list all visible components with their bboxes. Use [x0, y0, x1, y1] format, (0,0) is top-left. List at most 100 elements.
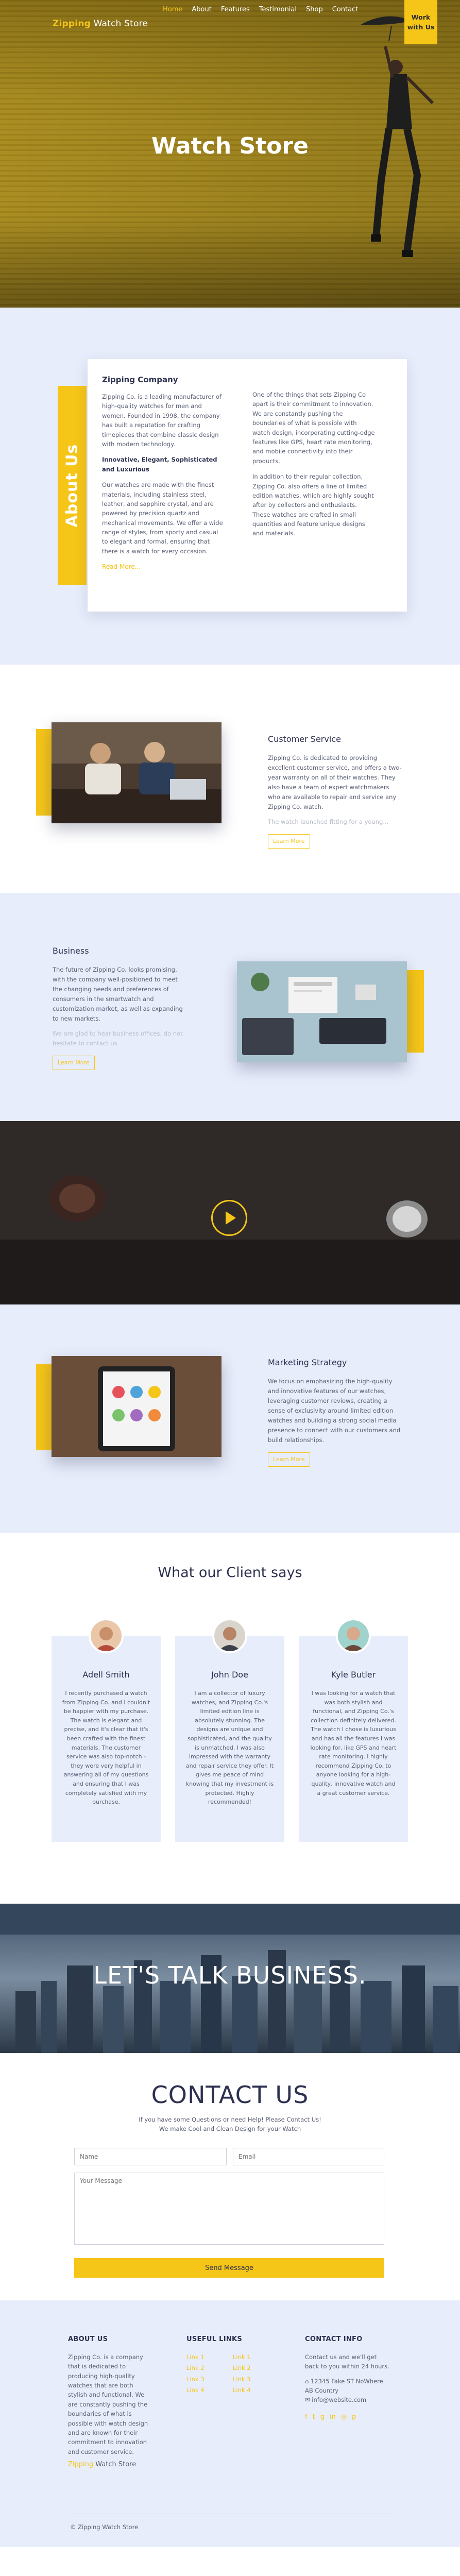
contact-subtitle: If you have some Questions or need Help!… — [0, 2115, 460, 2134]
mail-icon: ✉ — [305, 2396, 312, 2404]
business-section: Business The future of Zipping Co. looks… — [0, 893, 460, 1121]
contact-subtitle-line: We make Cool and Clean Design for your W… — [159, 2125, 301, 2133]
send-message-button[interactable]: Send Message — [74, 2258, 384, 2278]
nav-about[interactable]: About — [192, 6, 211, 13]
nav-testimonial[interactable]: Testimonial — [259, 6, 297, 13]
video-section — [0, 1121, 460, 1304]
testimonial-text: I am a collector of luxury watches, and … — [185, 1690, 274, 1806]
footer-brand[interactable]: Zipping Watch Store — [68, 2460, 150, 2470]
footer-link[interactable]: Link 2 — [233, 2363, 264, 2372]
marketing-image — [52, 1356, 222, 1457]
footer-link[interactable]: Link 3 — [186, 2375, 233, 2384]
testimonials-section: What our Client says Adell Smith I recen… — [0, 1533, 460, 1904]
hero-section: Zipping Watch Store Home About Features … — [0, 0, 460, 308]
testimonial-text: I was looking for a watch that was both … — [310, 1690, 397, 1797]
footer-link[interactable]: Link 1 — [186, 2352, 233, 2362]
learn-more-button[interactable]: Learn More — [268, 1452, 310, 1467]
footer-link[interactable]: Link 4 — [186, 2385, 233, 2395]
top-nav: Zipping Watch Store Home About Features … — [0, 0, 460, 46]
business-text: Business The future of Zipping Co. looks… — [53, 944, 186, 1071]
about-paragraph: Our watches are made with the finest mat… — [102, 481, 223, 555]
business-image — [237, 961, 407, 1062]
footer-about-heading: ABOUT US — [68, 2335, 108, 2343]
footer-link[interactable]: Link 3 — [233, 2375, 264, 2384]
footer-about-text: Zipping Co. is a company that is dedicat… — [68, 2353, 148, 2455]
about-heading: Zipping Company — [102, 375, 178, 384]
testimonials-heading: What our Client says — [158, 1565, 302, 1581]
testimonial-name: Adell Smith — [82, 1670, 130, 1680]
contact-section: CONTACT US If you have some Questions or… — [0, 2053, 460, 2300]
learn-more-button[interactable]: Learn More — [53, 1056, 95, 1071]
business-paragraph: The future of Zipping Co. looks promisin… — [53, 966, 183, 1023]
footer-about: ABOUT US Zipping Co. is a company that i… — [68, 2334, 150, 2470]
footer-address: 12345 Fake ST NoWhere AB Country — [305, 2377, 383, 2394]
footer-email[interactable]: info@website.com — [312, 2396, 366, 2403]
nav-home[interactable]: Home — [163, 6, 182, 13]
about-tab-label: About Us — [63, 444, 81, 527]
customer-service-text: Customer Service Zipping Co. is dedicate… — [268, 733, 402, 849]
business-faded: We are glad to hear business offices, do… — [53, 1030, 183, 1047]
testimonial-card: John Doe I am a collector of luxury watc… — [175, 1618, 284, 1842]
footer-contact: CONTACT INFO Contact us and we'll get ba… — [305, 2334, 393, 2423]
banner-title: LET'S TALK BUSINESS. — [93, 1961, 367, 1989]
learn-more-button[interactable]: Learn More — [268, 834, 310, 849]
footer-link[interactable]: Link 2 — [186, 2363, 233, 2372]
about-section: About Us Zipping Company Zipping Co. is … — [0, 308, 460, 665]
footer-brand-highlight: Zipping — [68, 2461, 94, 2469]
footer: ABOUT US Zipping Co. is a company that i… — [0, 2300, 460, 2547]
contact-heading: CONTACT US — [151, 2081, 309, 2109]
customer-service-paragraph: Zipping Co. is dedicated to providing ex… — [268, 754, 402, 811]
nav-shop[interactable]: Shop — [306, 6, 323, 13]
message-field[interactable] — [74, 2173, 384, 2245]
marketing-heading: Marketing Strategy — [268, 1358, 347, 1367]
tablet-chart-illustration — [52, 1356, 222, 1457]
avatar — [336, 1618, 371, 1653]
marketing-text: Marketing Strategy We focus on emphasizi… — [268, 1356, 402, 1467]
testimonial-card: Kyle Butler I was looking for a watch th… — [299, 1618, 408, 1842]
play-icon — [225, 1211, 236, 1225]
customer-service-image — [52, 722, 222, 823]
desk-flatlay-illustration — [237, 961, 407, 1062]
brand-logo[interactable]: Zipping Watch Store — [53, 19, 148, 29]
social-links: f t g in ◎ p — [305, 2412, 393, 2423]
accent-bar — [404, 970, 424, 1053]
email-field[interactable] — [233, 2148, 384, 2165]
footer-link[interactable]: Link 4 — [233, 2385, 264, 2395]
read-more-link[interactable]: Read More... — [102, 563, 141, 570]
footer-contact-text: Contact us and we'll get back to you wit… — [305, 2353, 389, 2370]
footer-link[interactable]: Link 1 — [233, 2352, 264, 2362]
location-icon: ⌂ — [305, 2377, 311, 2385]
footer-contact-heading: CONTACT INFO — [305, 2335, 363, 2343]
linkedin-icon[interactable]: in — [330, 2412, 336, 2423]
pinterest-icon[interactable]: p — [352, 2412, 356, 2423]
about-col-right: One of the things that sets Zipping Co a… — [252, 390, 376, 545]
customer-service-faded: The watch launched fitting for a young..… — [268, 818, 389, 826]
avatar — [212, 1618, 247, 1653]
nav-features[interactable]: Features — [221, 6, 250, 13]
name-field[interactable] — [74, 2148, 227, 2165]
brand-highlight: Zipping — [53, 19, 91, 29]
instagram-icon[interactable]: ◎ — [341, 2412, 347, 2423]
business-banner: LET'S TALK BUSINESS. — [0, 1904, 460, 2053]
play-video-button[interactable] — [211, 1200, 247, 1236]
nav-contact[interactable]: Contact — [332, 6, 359, 13]
brand-rest: Watch Store — [91, 19, 148, 29]
hero-title: Watch Store — [151, 133, 309, 159]
customer-service-heading: Customer Service — [268, 734, 341, 744]
about-paragraph: In addition to their regular collection,… — [252, 473, 374, 537]
avatar — [89, 1618, 124, 1653]
about-paragraph: One of the things that sets Zipping Co a… — [252, 391, 375, 465]
marketing-section: Marketing Strategy We focus on emphasizi… — [0, 1304, 460, 1533]
facebook-icon[interactable]: f — [305, 2412, 308, 2423]
twitter-icon[interactable]: t — [313, 2412, 315, 2423]
about-col-left: Zipping Company Zipping Co. is a leading… — [102, 374, 226, 578]
customer-service-section: Customer Service Zipping Co. is dedicate… — [0, 665, 460, 893]
about-tab: About Us — [58, 386, 87, 585]
footer-links: USEFUL LINKS Link 1 Link 1 Link 2 Link 2… — [186, 2334, 269, 2395]
copyright: © Zipping Watch Store — [70, 2523, 139, 2531]
testimonial-text: I recently purchased a watch from Zippin… — [62, 1690, 150, 1806]
google-icon[interactable]: g — [320, 2412, 325, 2423]
marketing-paragraph: We focus on emphasizing the high-quality… — [268, 1378, 401, 1444]
work-with-us-button[interactable]: Work with Us — [404, 0, 437, 44]
about-card: Zipping Company Zipping Co. is a leading… — [88, 359, 407, 612]
